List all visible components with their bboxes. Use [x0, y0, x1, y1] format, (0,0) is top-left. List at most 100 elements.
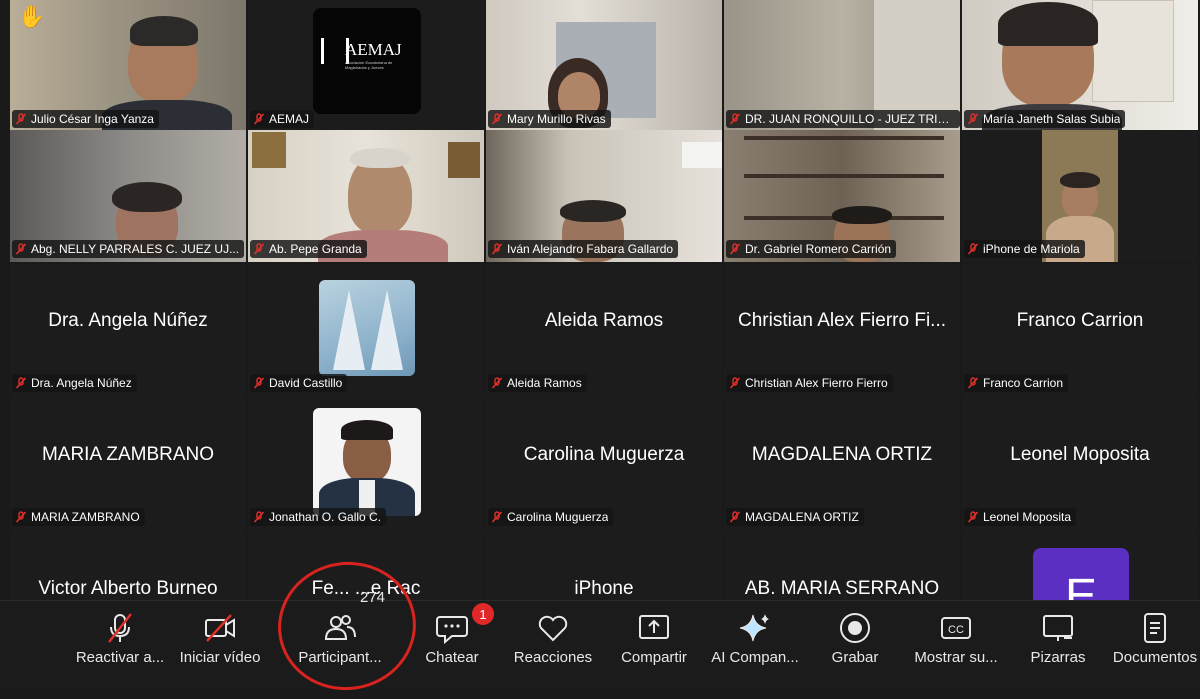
participants-button[interactable]: Participant... [288, 601, 392, 689]
participant-name: María Janeth Salas Subia [983, 112, 1121, 126]
name-tag: Dr. Gabriel Romero Carrión [726, 240, 897, 258]
participant-tile[interactable]: Leonel Moposita Leonel Moposita [962, 398, 1198, 530]
participant-tile[interactable]: iPhone de Mariola [962, 130, 1198, 262]
participant-tile[interactable]: Dra. Angela Núñez Dra. Angela Núñez [10, 264, 246, 396]
aemaj-logo: AEMAJ Asociación Ecuatoriana de Magistra… [313, 8, 421, 114]
participant-tile[interactable]: Christian Alex Fierro Fi... Christian Al… [724, 264, 960, 396]
participant-name: Franco Carrion [983, 376, 1064, 390]
muted-mic-icon [15, 377, 27, 389]
participant-tile[interactable]: DR. JUAN RONQUILLO - JUEZ TRIB... [724, 0, 960, 132]
participant-tile[interactable]: Iván Alejandro Fabara Gallardo [486, 130, 722, 262]
name-tag: MAGDALENA ORTIZ [726, 508, 864, 526]
share-button[interactable]: Compartir [612, 601, 696, 689]
name-tag: Mary Murillo Rivas [488, 110, 611, 128]
muted-mic-icon [491, 243, 503, 255]
start-video-label: Iniciar vídeo [179, 649, 261, 666]
ai-companion-button[interactable]: AI Compan... [706, 601, 804, 689]
participant-tile[interactable]: Carolina Muguerza Carolina Muguerza [486, 398, 722, 530]
muted-mic-icon [967, 243, 979, 255]
name-tag: DR. JUAN RONQUILLO - JUEZ TRIB... [726, 110, 960, 128]
muted-mic-icon [729, 511, 741, 523]
captions-label: Mostrar su... [914, 649, 998, 666]
avatar: E [1033, 548, 1129, 600]
muted-mic-icon [15, 113, 27, 125]
share-screen-icon [639, 615, 669, 639]
profile-picture [319, 280, 415, 376]
name-tag: David Castillo [250, 374, 348, 392]
unmute-button[interactable]: Reactivar a... [70, 601, 170, 689]
participant-tile[interactable]: Franco Carrion Franco Carrion [962, 264, 1198, 396]
participant-name: Iván Alejandro Fabara Gallardo [507, 242, 674, 256]
participant-display-name: AB. MARIA SERRANO [744, 578, 940, 599]
muted-mic-icon [491, 511, 503, 523]
name-tag: María Janeth Salas Subia [964, 110, 1126, 128]
participant-name: Julio César Inga Yanza [31, 112, 154, 126]
muted-mic-icon [729, 113, 741, 125]
name-tag: Iván Alejandro Fabara Gallardo [488, 240, 679, 258]
participant-tile[interactable]: AEMAJ Asociación Ecuatoriana de Magistra… [248, 0, 484, 132]
participants-icon [324, 615, 356, 640]
participant-tile[interactable]: Mary Murillo Rivas [486, 0, 722, 132]
muted-mic-icon [253, 243, 265, 255]
participants-label: Participant... [298, 649, 382, 666]
unmute-label: Reactivar a... [75, 649, 165, 666]
participant-name: Jonathan O. Gallo C. [269, 510, 382, 524]
participant-tile[interactable]: Ab. Pepe Granda [248, 130, 484, 262]
participant-tile[interactable]: AB. MARIA SERRANO [724, 532, 960, 600]
participant-name: Dr. Gabriel Romero Carrión [745, 242, 892, 256]
participant-name: DR. JUAN RONQUILLO - JUEZ TRIB... [745, 112, 955, 126]
raised-hand-icon: ✋ [18, 4, 46, 29]
name-tag: iPhone de Mariola [964, 240, 1085, 258]
muted-microphone-icon [108, 613, 132, 643]
participant-grid: ✋ Julio César Inga Yanza AEMAJ Asociació… [0, 0, 1200, 600]
reactions-button[interactable]: Reacciones [506, 601, 600, 689]
participant-tile[interactable]: David Castillo [248, 264, 484, 396]
video-off-icon [205, 614, 235, 642]
muted-mic-icon [967, 511, 979, 523]
name-tag: Abg. NELLY PARRALES C. JUEZ UJ... [12, 240, 245, 258]
participant-tile[interactable]: MARIA ZAMBRANO MARIA ZAMBRANO [10, 398, 246, 530]
participant-name: Dra. Angela Núñez [31, 376, 132, 390]
muted-mic-icon [253, 113, 265, 125]
participant-tile[interactable]: María Janeth Salas Subia [962, 0, 1198, 132]
participant-tile[interactable]: Dr. Gabriel Romero Carrión [724, 130, 960, 262]
muted-mic-icon [15, 243, 27, 255]
participant-display-name: Franco Carrion [1016, 310, 1144, 331]
start-video-button[interactable]: Iniciar vídeo [172, 601, 268, 689]
chat-unread-badge: 1 [472, 603, 494, 625]
participant-tile[interactable]: Aleida Ramos Aleida Ramos [486, 264, 722, 396]
reactions-label: Reacciones [513, 649, 593, 666]
captions-button[interactable]: CC Mostrar su... [906, 601, 1006, 689]
participant-name: MAGDALENA ORTIZ [745, 510, 859, 524]
ai-companion-label: AI Compan... [711, 649, 799, 666]
closed-captions-icon: CC [941, 617, 971, 639]
muted-mic-icon [253, 511, 265, 523]
participant-tile[interactable]: Abg. NELLY PARRALES C. JUEZ UJ... [10, 130, 246, 262]
whiteboards-button[interactable]: Pizarras [1018, 601, 1098, 689]
participant-display-name: MARIA ZAMBRANO [41, 444, 215, 465]
participant-name: Mary Murillo Rivas [507, 112, 606, 126]
participant-display-name: Dra. Angela Núñez [48, 310, 208, 331]
record-label: Grabar [831, 649, 879, 666]
name-tag: Christian Alex Fierro Fierro [726, 374, 893, 392]
documents-button[interactable]: Documentos [1110, 601, 1200, 689]
muted-mic-icon [253, 377, 265, 389]
participant-name: Aleida Ramos [507, 376, 582, 390]
whiteboards-label: Pizarras [1030, 649, 1086, 666]
participant-display-name: Carolina Muguerza [523, 444, 685, 465]
participant-tile[interactable]: MAGDALENA ORTIZ MAGDALENA ORTIZ [724, 398, 960, 530]
name-tag: Julio César Inga Yanza [12, 110, 159, 128]
participant-tile[interactable]: iPhone [486, 532, 722, 600]
participant-display-name: Victor Alberto Burneo [38, 578, 218, 599]
participant-tile[interactable]: Victor Alberto Burneo [10, 532, 246, 600]
participant-display-name: Christian Alex Fierro Fi... [738, 310, 946, 331]
chat-label: Chatear [425, 649, 479, 666]
participant-tile[interactable]: E [962, 532, 1198, 600]
participant-tile[interactable]: ✋ Julio César Inga Yanza [10, 0, 246, 132]
participant-display-name: Aleida Ramos [544, 310, 664, 331]
participant-tile[interactable]: Jonathan O. Gallo C. [248, 398, 484, 530]
name-tag: Leonel Moposita [964, 508, 1077, 526]
chat-icon [436, 616, 468, 645]
record-button[interactable]: Grabar [816, 601, 894, 689]
sparkle-icon [739, 614, 769, 642]
